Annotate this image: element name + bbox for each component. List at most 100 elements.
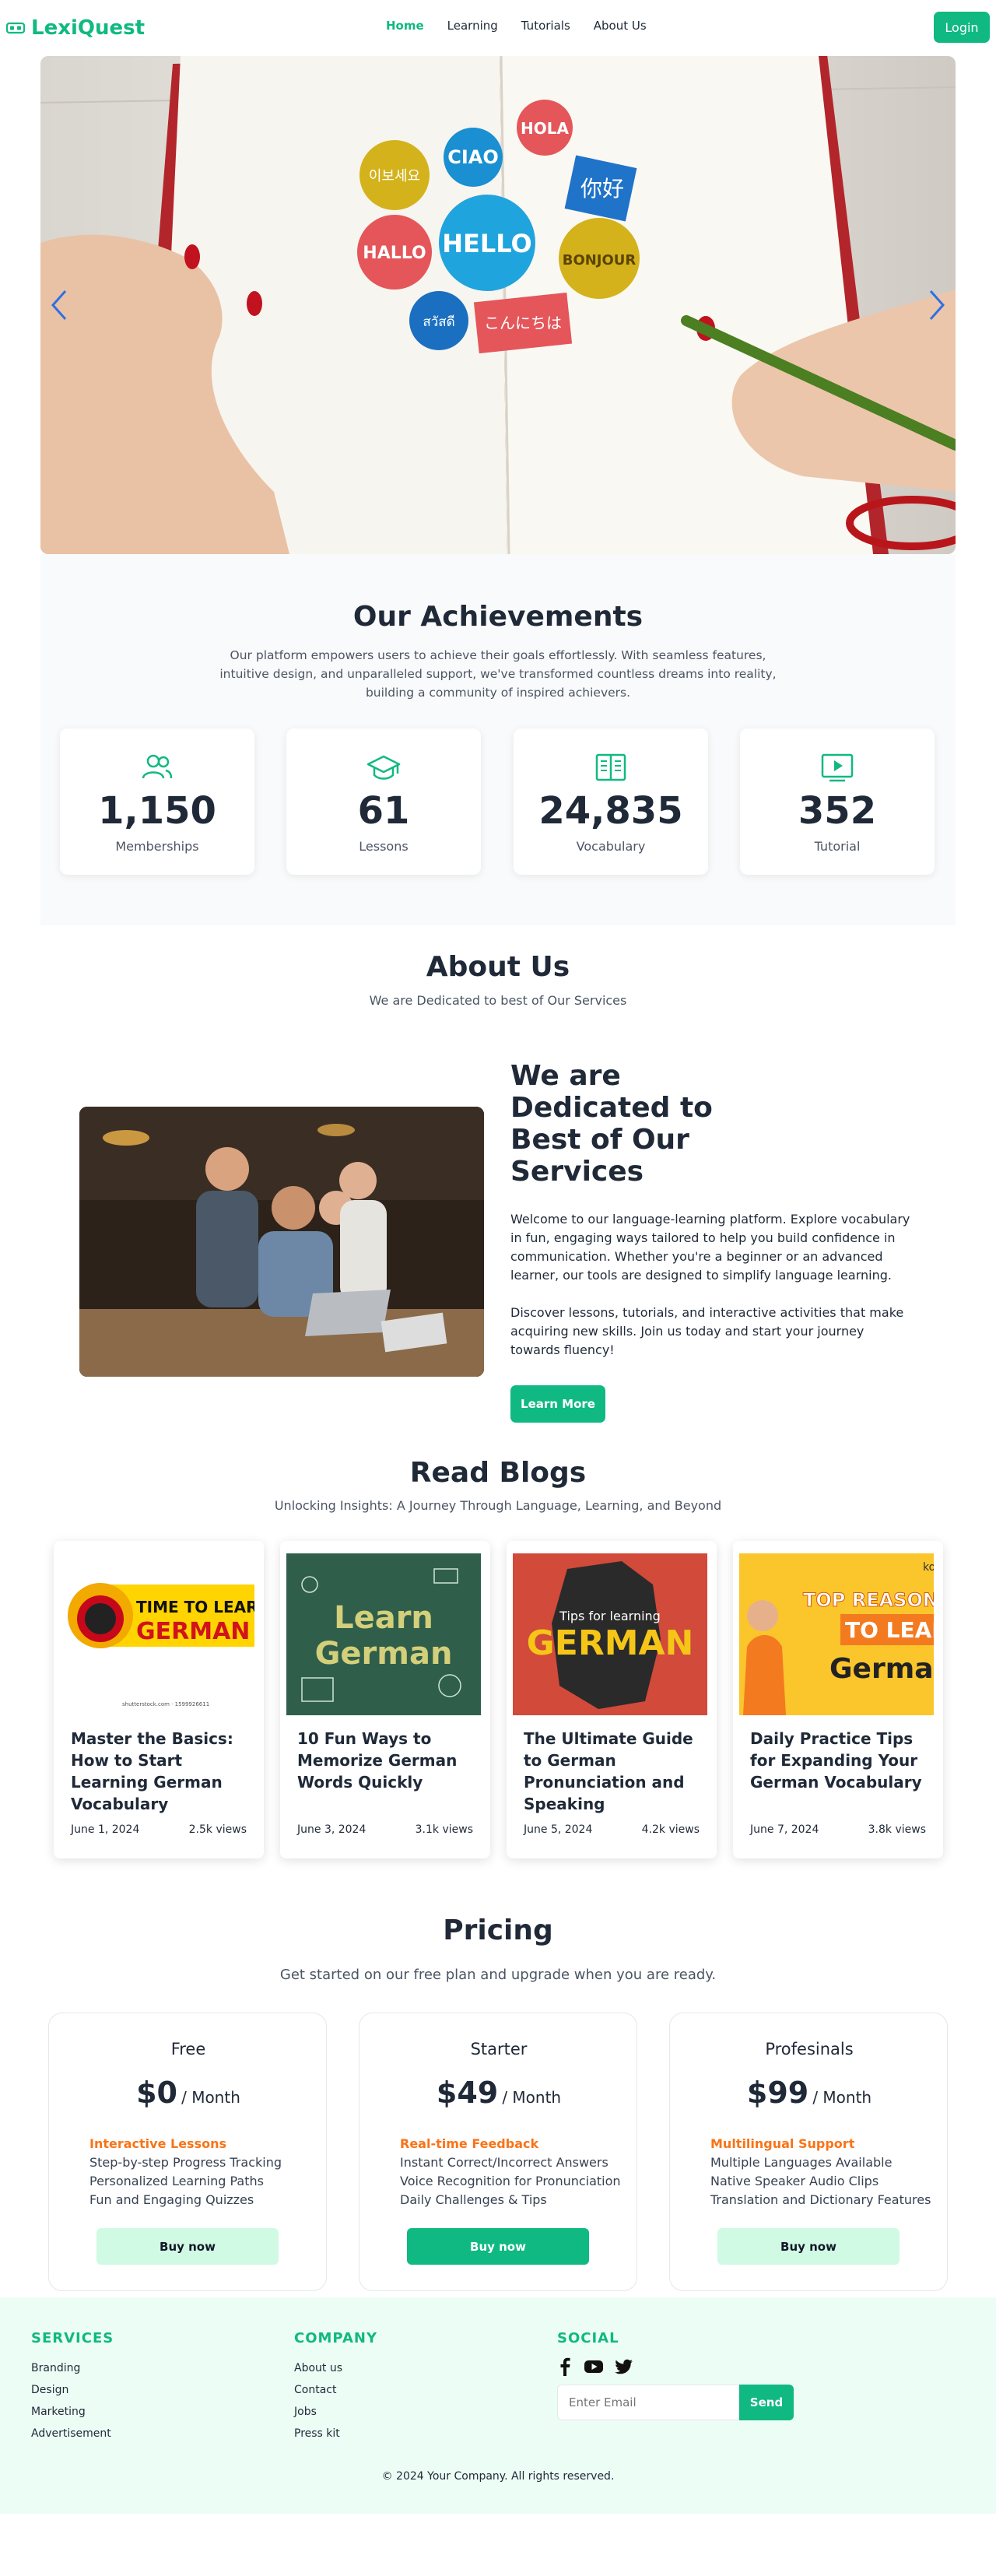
about-paragraph-1: Welcome to our language-learning platfor… — [510, 1212, 910, 1283]
footer-services: SERVICES Branding Design Marketing Adver… — [31, 2330, 114, 2444]
footer-link-jobs[interactable]: Jobs — [294, 2401, 377, 2423]
blog-date: June 5, 2024 — [524, 1823, 593, 1836]
nav-link-tutorials[interactable]: Tutorials — [521, 19, 570, 33]
blog-thumb-text: German — [829, 1653, 934, 1685]
about-heading: We are Dedicated to Best of Our Services — [510, 1060, 713, 1188]
blog-title[interactable]: 10 Fun Ways to Memorize German Words Qui… — [297, 1728, 476, 1793]
plan-price-period: / Month — [812, 2088, 872, 2107]
plan-feature: Native Speaker Audio Clips — [710, 2174, 879, 2188]
blog-views: 4.2k views — [641, 1823, 700, 1836]
carousel-next-icon[interactable] — [920, 286, 951, 324]
hero-carousel: 이보세요 CIAO HOLA 你好 HALLO HELLO BONJOUR สว… — [40, 56, 956, 554]
blog-views: 3.1k views — [415, 1823, 473, 1836]
footer-link-about-us[interactable]: About us — [294, 2357, 377, 2379]
carousel-prev-icon[interactable] — [45, 286, 76, 324]
plan-feature: Step-by-step Progress Tracking — [89, 2155, 282, 2170]
login-button[interactable]: Login — [934, 12, 990, 43]
blog-date: June 7, 2024 — [750, 1823, 819, 1836]
blog-views: 2.5k views — [188, 1823, 247, 1836]
top-navbar: LexiQuest Home Learning Tutorials About … — [0, 0, 996, 56]
blog-card[interactable]: TIME TO LEARN GERMAN shutterstock.com · … — [54, 1541, 264, 1858]
nav-links: Home Learning Tutorials About Us — [386, 19, 647, 33]
blog-title[interactable]: The Ultimate Guide to German Pronunciati… — [524, 1728, 703, 1815]
achievements-section: Our Achievements Our platform empowers u… — [40, 554, 956, 925]
plan-feature: Voice Recognition for Pronunciation — [400, 2174, 621, 2188]
blog-card[interactable]: Tips for learning GERMAN The Ultimate Gu… — [507, 1541, 717, 1858]
footer-link-advertisement[interactable]: Advertisement — [31, 2423, 114, 2444]
brand-logo[interactable]: LexiQuest — [6, 16, 145, 40]
footer-social-title: SOCIAL — [557, 2330, 619, 2346]
buy-now-button[interactable]: Buy now — [407, 2228, 589, 2265]
plan-feature: Instant Correct/Incorrect Answers — [400, 2155, 608, 2170]
stat-value: 352 — [798, 789, 877, 833]
about-subtitle: We are Dedicated to best of Our Services — [369, 993, 627, 1008]
plan-price-amount: $49 — [436, 2076, 499, 2110]
hero-bubble-text: 이보세요 — [369, 168, 420, 184]
blog-thumb-text: Tips for learning — [559, 1609, 661, 1623]
plan-feature: Daily Challenges & Tips — [400, 2192, 547, 2207]
facebook-icon[interactable] — [557, 2357, 573, 2376]
stat-label: Vocabulary — [576, 839, 646, 854]
stat-value: 1,150 — [98, 789, 216, 833]
buy-now-button[interactable]: Buy now — [717, 2228, 900, 2265]
blog-thumb-text: TOP REASON — [803, 1589, 934, 1611]
footer-link-contact[interactable]: Contact — [294, 2379, 377, 2401]
nav-link-learning[interactable]: Learning — [447, 19, 498, 33]
footer-link-design[interactable]: Design — [31, 2379, 114, 2401]
hero-bubble-text: HOLA — [521, 119, 569, 138]
youtube-icon[interactable] — [584, 2357, 604, 2376]
hero-image: 이보세요 CIAO HOLA 你好 HALLO HELLO BONJOUR สว… — [40, 56, 956, 554]
blog-card[interactable]: ko TOP REASON TO LEARN German Daily Prac… — [733, 1541, 943, 1858]
plan-feature-highlight: Interactive Lessons — [89, 2136, 226, 2151]
nav-link-home[interactable]: Home — [386, 19, 424, 33]
blog-date: June 1, 2024 — [71, 1823, 140, 1836]
plan-name: Starter — [470, 2040, 528, 2058]
learn-more-button[interactable]: Learn More — [510, 1385, 605, 1423]
blog-title[interactable]: Daily Practice Tips for Expanding Your G… — [750, 1728, 929, 1793]
blog-views: 3.8k views — [868, 1823, 926, 1836]
send-button[interactable]: Send — [739, 2385, 794, 2420]
stat-value: 24,835 — [538, 789, 683, 833]
nav-link-about-us[interactable]: About Us — [594, 19, 647, 33]
users-icon — [142, 754, 173, 779]
blog-title[interactable]: Master the Basics: How to Start Learning… — [71, 1728, 250, 1815]
footer-link-marketing[interactable]: Marketing — [31, 2401, 114, 2423]
footer-link-branding[interactable]: Branding — [31, 2357, 114, 2379]
plan-feature: Translation and Dictionary Features — [710, 2192, 931, 2207]
footer-social: SOCIAL — [557, 2330, 633, 2376]
blog-thumb-text: German — [315, 1636, 453, 1672]
buy-now-button[interactable]: Buy now — [96, 2228, 279, 2265]
hero-bubble-text: HALLO — [363, 244, 426, 263]
play-screen-icon — [821, 753, 854, 782]
plan-price: $99 / Month — [670, 2076, 949, 2110]
blogs-title: Read Blogs — [409, 1457, 587, 1489]
plan-price: $49 / Month — [359, 2076, 638, 2110]
stat-card-vocabulary: 24,835 Vocabulary — [514, 728, 708, 875]
blog-thumb-credit: shutterstock.com · 1599926611 — [122, 1701, 209, 1707]
plan-price-amount: $0 — [136, 2076, 177, 2110]
footer-company-title: COMPANY — [294, 2330, 377, 2346]
stat-label: Tutorial — [814, 839, 861, 854]
blog-card[interactable]: Learn German 10 Fun Ways to Memorize Ger… — [280, 1541, 490, 1858]
blog-thumb-text: GERMAN — [136, 1618, 250, 1645]
plan-name: Free — [170, 2040, 206, 2058]
pricing-card-professionals: Profesinals $99 / Month Multilingual Sup… — [669, 2013, 948, 2291]
plan-price-period: / Month — [502, 2088, 562, 2107]
stat-label: Memberships — [115, 839, 199, 854]
graduation-cap-icon — [366, 755, 401, 780]
plan-features: Real-time Feedback Instant Correct/Incor… — [400, 2135, 621, 2209]
plan-feature: Multiple Languages Available — [710, 2155, 893, 2170]
blog-thumb-text: GERMAN — [527, 1623, 694, 1663]
email-input[interactable] — [557, 2385, 739, 2420]
copyright-text: © 2024 Your Company. All rights reserved… — [381, 2470, 615, 2483]
blog-thumb-text: TO LEARN — [845, 1617, 934, 1643]
stat-card-lessons: 61 Lessons — [286, 728, 481, 875]
twitter-icon[interactable] — [615, 2357, 633, 2376]
pricing-title: Pricing — [443, 1914, 553, 1946]
hero-bubble-text: HELLO — [442, 229, 531, 258]
hero-bubble-text: สวัสดี — [423, 314, 454, 330]
footer-link-press-kit[interactable]: Press kit — [294, 2423, 377, 2444]
blog-thumb-text: TIME TO LEARN — [136, 1598, 254, 1616]
vr-glasses-icon — [6, 22, 25, 34]
blog-date: June 3, 2024 — [297, 1823, 366, 1836]
